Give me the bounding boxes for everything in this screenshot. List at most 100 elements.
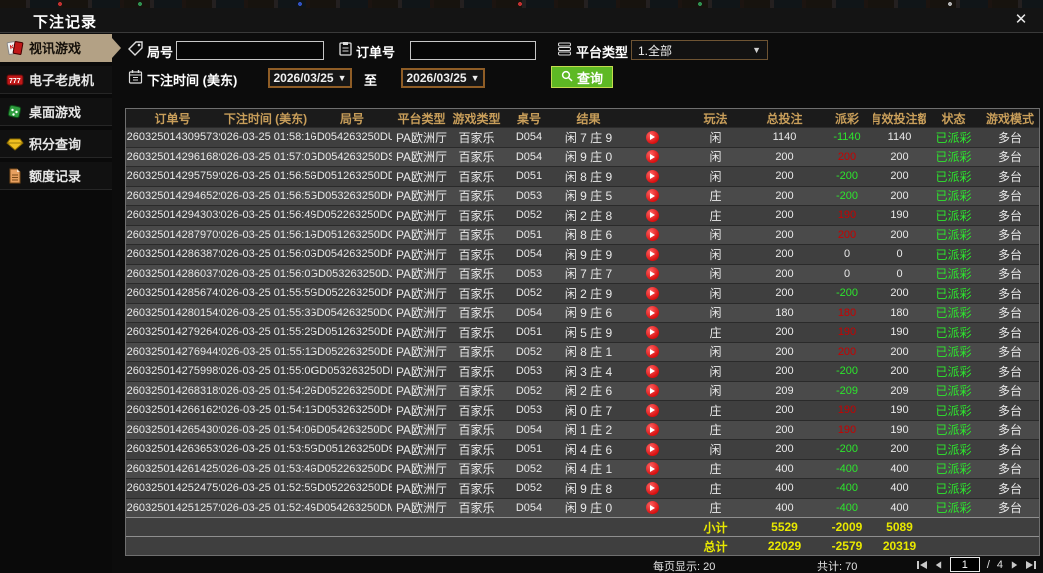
play-video-icon[interactable] — [645, 364, 659, 378]
sidebar-item-label: 额度记录 — [29, 169, 82, 184]
play-video-icon[interactable] — [645, 501, 659, 515]
cell-table-no: D052 — [515, 209, 543, 222]
cell-table-no: D052 — [515, 462, 543, 475]
cell-order: 260325014294652 — [126, 189, 219, 202]
cell-bet: 200 — [775, 248, 794, 261]
page-number-input[interactable] — [949, 557, 980, 572]
cell-time: 2026-03-25 01:56:58 — [219, 170, 312, 183]
platform-type-label: 平台类型 — [576, 45, 629, 60]
play-video-icon[interactable] — [645, 208, 659, 222]
play-video-icon[interactable] — [645, 189, 659, 203]
col-header-total-bet: 总投注 — [766, 111, 803, 126]
cell-order: 260325014286387 — [126, 248, 219, 261]
play-video-icon[interactable] — [645, 462, 659, 476]
play-video-icon[interactable] — [645, 286, 659, 300]
cell-play: 闲 — [709, 442, 722, 457]
result-video-cell — [621, 306, 683, 320]
cell-payout: -200 — [835, 287, 859, 300]
play-video-icon[interactable] — [645, 228, 659, 242]
cell-payout: -400 — [835, 501, 859, 514]
cell-round: GD051263250DC — [312, 228, 392, 241]
previous-page-icon[interactable] — [934, 560, 943, 570]
per-page-label: 每页显示: 20 — [653, 561, 716, 573]
cell-game: 百家乐 — [458, 306, 495, 321]
cell-time: 2026-03-25 01:55:11 — [219, 345, 312, 358]
platform-type-value: 1.全部 — [638, 43, 673, 58]
col-header-mode: 游戏模式 — [985, 111, 1034, 126]
cell-time: 2026-03-25 01:58:16 — [219, 131, 312, 144]
play-video-icon[interactable] — [645, 442, 659, 456]
total-pages: 4 — [996, 558, 1003, 571]
play-video-icon[interactable] — [645, 325, 659, 339]
cell-result: 闲 7 庄 7 — [564, 267, 613, 282]
first-page-icon[interactable] — [916, 560, 927, 570]
cell-round: GD051263250DD — [312, 170, 392, 183]
cell-bet: 400 — [775, 462, 794, 475]
play-video-icon[interactable] — [645, 403, 659, 417]
platform-type-select[interactable]: 1.全部 ▼ — [631, 40, 768, 60]
cell-mode: 多台 — [997, 345, 1022, 360]
cell-game: 百家乐 — [458, 150, 495, 165]
cell-order: 260325014275998 — [126, 365, 219, 378]
round-number-input[interactable] — [176, 41, 324, 60]
cell-bet: 200 — [775, 150, 794, 163]
cell-result: 闲 9 庄 6 — [564, 306, 613, 321]
cell-game: 百家乐 — [458, 384, 495, 399]
play-video-icon[interactable] — [645, 150, 659, 164]
cell-time: 2026-03-25 01:55:59 — [219, 287, 312, 300]
date-from-picker[interactable]: 2026/03/25 ▼ — [268, 68, 352, 88]
cell-play: 闲 — [709, 384, 722, 399]
sidebar-item-points-query[interactable]: 积分查询 — [0, 130, 112, 158]
sidebar-item-table-games[interactable]: 桌面游戏 — [0, 98, 112, 126]
close-icon[interactable]: ✕ — [1011, 11, 1031, 29]
sidebar-item-credit-records[interactable]: 额度记录 — [0, 162, 112, 190]
result-video-cell — [621, 247, 683, 261]
cell-bet: 200 — [775, 404, 794, 417]
cell-platform: PA欧洲厅 — [395, 403, 448, 418]
subtotal-payout: -2009 — [831, 520, 863, 534]
last-page-icon[interactable] — [1026, 560, 1036, 570]
order-number-input[interactable] — [410, 41, 536, 60]
cell-platform: PA欧洲厅 — [395, 267, 448, 282]
cell-game: 百家乐 — [458, 247, 495, 262]
cell-table-no: D051 — [515, 228, 543, 241]
cell-game: 百家乐 — [458, 364, 495, 379]
cell-play: 庄 — [709, 189, 722, 204]
play-video-icon[interactable] — [645, 481, 659, 495]
cell-time: 2026-03-25 01:56:51 — [219, 189, 312, 202]
next-page-icon[interactable] — [1010, 560, 1019, 570]
table-row: 260325014294652 2026-03-25 01:56:51 GD0532… — [126, 185, 1039, 205]
cell-game: 百家乐 — [458, 442, 495, 457]
query-button[interactable]: 查询 — [551, 66, 614, 88]
result-video-cell — [621, 228, 683, 242]
sidebar-item-live-games[interactable]: K 视讯游戏 — [0, 34, 121, 62]
date-to-picker[interactable]: 2026/03/25 ▼ — [401, 68, 485, 88]
play-video-icon[interactable] — [645, 345, 659, 359]
order-number-label: 订单号 — [356, 45, 396, 60]
grand-total-label: 总计 — [703, 539, 728, 554]
cell-status: 已派彩 — [935, 228, 972, 243]
cell-status: 已派彩 — [935, 189, 972, 204]
cell-bet: 200 — [775, 209, 794, 222]
play-video-icon[interactable] — [645, 169, 659, 183]
cell-time: 2026-03-25 01:55:31 — [219, 306, 312, 319]
col-header-game-type: 游戏类型 — [452, 111, 501, 126]
play-video-icon[interactable] — [645, 267, 659, 281]
cell-round: GD054263250DM — [312, 501, 392, 514]
play-video-icon[interactable] — [645, 130, 659, 144]
cell-table-no: D052 — [515, 345, 543, 358]
cell-valid: 200 — [890, 170, 909, 183]
cell-play: 闲 — [709, 169, 722, 184]
play-video-icon[interactable] — [645, 247, 659, 261]
result-video-cell — [621, 423, 683, 437]
cell-status: 已派彩 — [935, 481, 972, 496]
col-header-round: 局号 — [339, 111, 364, 126]
sidebar-item-slots[interactable]: 777 电子老虎机 — [0, 66, 112, 94]
play-video-icon[interactable] — [645, 423, 659, 437]
cell-valid: 190 — [890, 326, 909, 339]
play-video-icon[interactable] — [645, 306, 659, 320]
cell-play: 闲 — [709, 130, 722, 145]
platform-list-icon — [557, 41, 572, 56]
play-video-icon[interactable] — [645, 384, 659, 398]
cell-order: 260325014276944 — [126, 345, 219, 358]
